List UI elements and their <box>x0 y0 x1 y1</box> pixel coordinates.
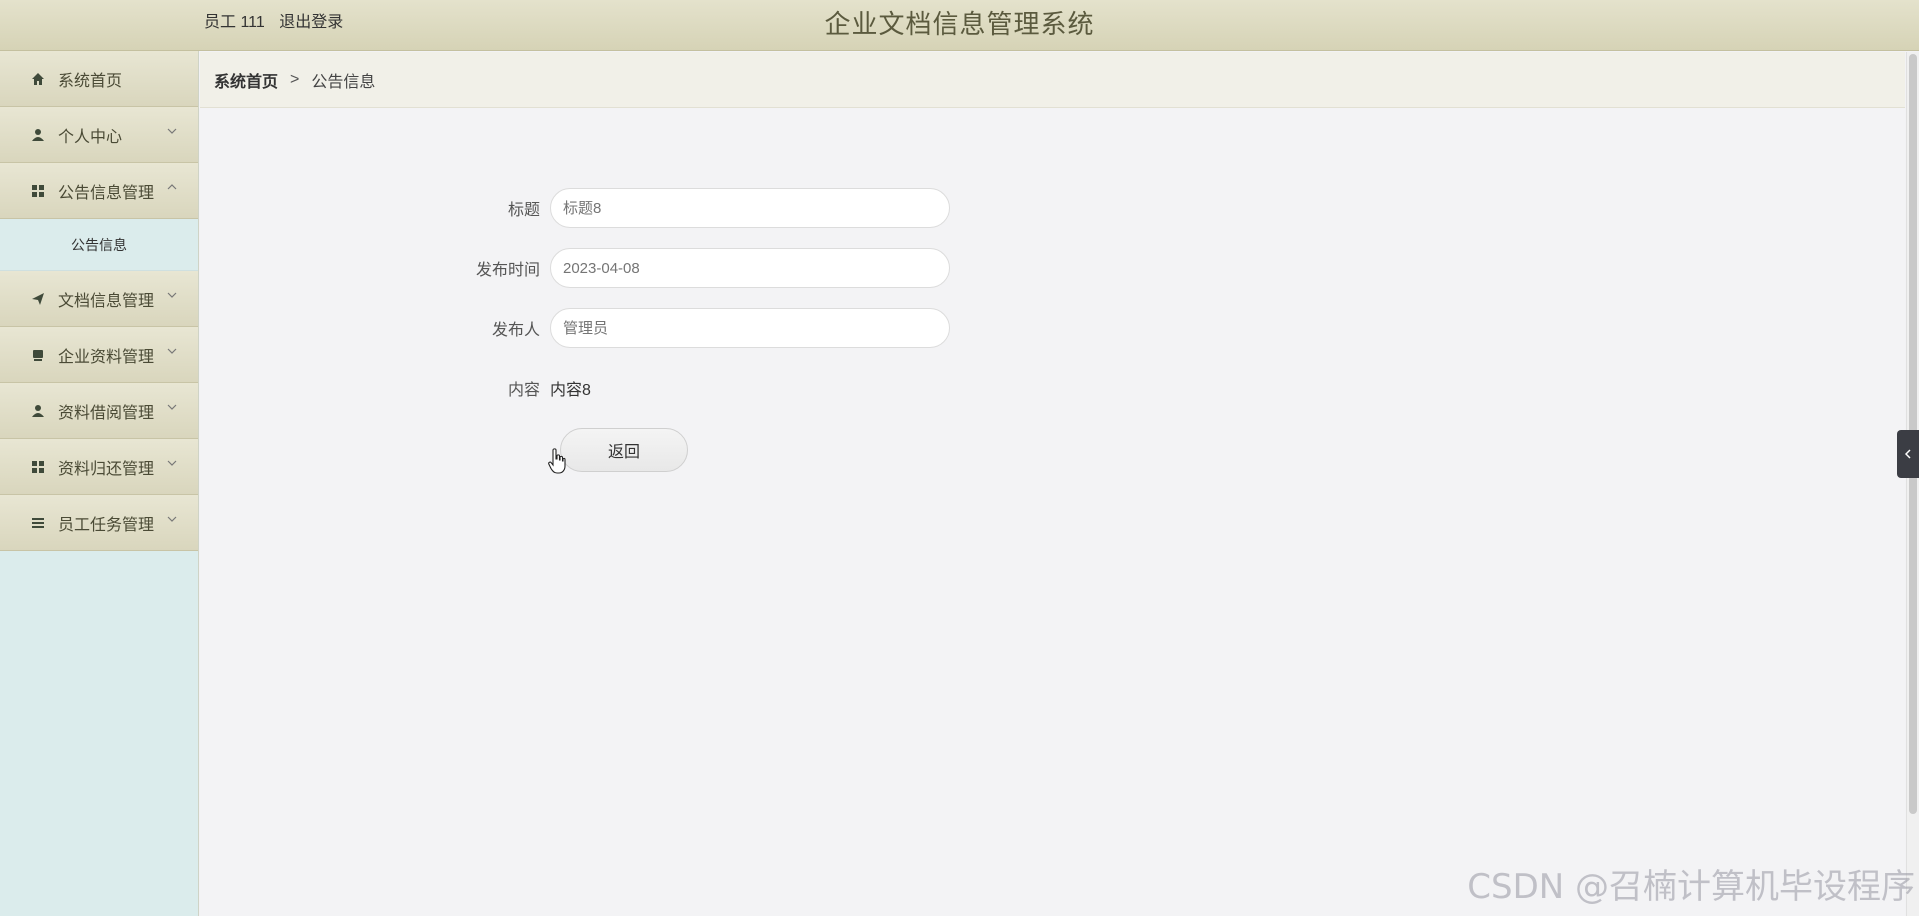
chevron-down-icon <box>167 292 177 298</box>
sidebar-item-label: 系统首页 <box>58 72 123 90</box>
sidebar-item-label: 资料借阅管理 <box>58 404 155 422</box>
app-title: 企业文档信息管理系统 <box>824 9 1095 39</box>
sidebar-item-borrow-management[interactable]: 资料借阅管理 <box>0 383 198 439</box>
publisher-field[interactable] <box>550 308 950 348</box>
sidebar-item-label: 个人中心 <box>58 128 123 146</box>
watermark-text: CSDN @召楠计算机毕设程序 <box>1467 867 1915 907</box>
breadcrumb-home[interactable]: 系统首页 <box>214 68 278 92</box>
title-label: 标题 <box>507 202 540 219</box>
breadcrumb: 系统首页 > 公告信息 <box>200 52 1905 108</box>
sidebar-item-label: 企业资料管理 <box>58 348 155 366</box>
sidebar-item-home[interactable]: 系统首页 <box>0 51 198 107</box>
title-field[interactable] <box>550 188 950 228</box>
user-icon <box>30 403 46 419</box>
sidebar-item-label: 员工任务管理 <box>58 516 155 534</box>
sidebar-item-return-management[interactable]: 资料归还管理 <box>0 439 198 495</box>
box-icon <box>30 347 46 363</box>
main-content: 标题 发布时间 发布人 内容 内容8 返回 <box>200 108 1905 916</box>
sidebar-item-notice-management[interactable]: 公告信息管理 <box>0 163 198 219</box>
grid-icon <box>30 459 46 475</box>
sidebar-item-enterprise-data[interactable]: 企业资料管理 <box>0 327 198 383</box>
chevron-down-icon <box>167 460 177 466</box>
sidebar-item-label: 公告信息管理 <box>58 184 155 202</box>
form-row-time: 发布时间 <box>400 248 950 288</box>
form-row-publisher: 发布人 <box>400 308 950 348</box>
content-label: 内容 <box>507 382 540 399</box>
form-row-content: 内容 内容8 <box>400 376 591 400</box>
sidebar-item-label: 资料归还管理 <box>58 460 155 478</box>
sidebar-item-document-management[interactable]: 文档信息管理 <box>0 271 198 327</box>
chevron-up-icon <box>167 184 177 190</box>
publish-time-label: 发布时间 <box>475 262 540 279</box>
content-value: 内容8 <box>550 382 591 399</box>
publish-time-field[interactable] <box>550 248 950 288</box>
sidebar-item-label: 文档信息管理 <box>58 292 155 310</box>
vertical-scrollbar[interactable] <box>1906 52 1919 916</box>
collapse-panel-tab[interactable] <box>1897 430 1919 478</box>
chevron-left-icon <box>1904 449 1911 459</box>
publisher-label: 发布人 <box>491 322 540 339</box>
chevron-down-icon <box>167 516 177 522</box>
chevron-down-icon <box>167 128 177 134</box>
top-header: 员工 111 退出登录 企业文档信息管理系统 <box>0 0 1919 51</box>
chevron-down-icon <box>167 404 177 410</box>
user-icon <box>30 127 46 143</box>
home-icon <box>30 71 46 87</box>
send-icon <box>30 291 46 307</box>
form-row-actions: 返回 <box>560 428 688 472</box>
sidebar-item-personal-center[interactable]: 个人中心 <box>0 107 198 163</box>
back-button[interactable]: 返回 <box>560 428 688 472</box>
sidebar-subitem-notice-info[interactable]: 公告信息 <box>0 219 198 271</box>
chevron-down-icon <box>167 348 177 354</box>
breadcrumb-current: 公告信息 <box>311 73 376 91</box>
form-row-title: 标题 <box>400 188 950 228</box>
breadcrumb-separator: > <box>290 70 300 88</box>
hand-cursor-icon <box>548 448 566 474</box>
sidebar: 系统首页 个人中心 公告信息管理 公告信息 文档信息管理 企业资料管理 资料借阅… <box>0 51 199 916</box>
list-icon <box>30 515 46 531</box>
grid-icon <box>30 183 46 199</box>
sidebar-item-task-management[interactable]: 员工任务管理 <box>0 495 198 551</box>
